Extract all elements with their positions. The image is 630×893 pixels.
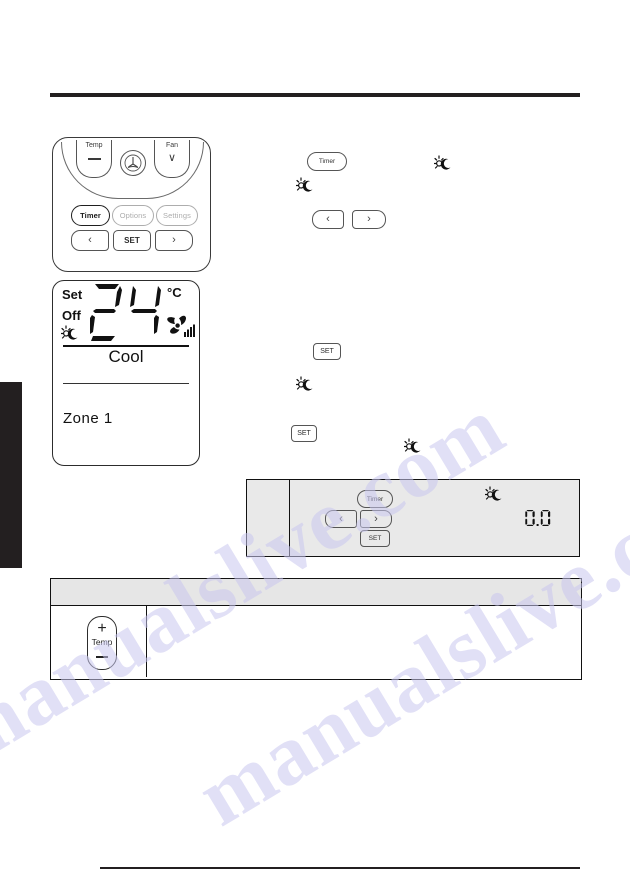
set-button[interactable]: SET (360, 530, 390, 547)
set-button[interactable]: SET (291, 425, 317, 442)
sun-moon-icon (60, 325, 80, 347)
chevron-left-icon: ‹ (339, 512, 343, 525)
right-arrow-button[interactable]: › (352, 210, 386, 229)
plus-icon: + (97, 620, 107, 637)
left-arrow-button[interactable]: ‹ (325, 510, 357, 528)
right-arrow-button[interactable]: › (360, 510, 392, 528)
diagram-column-divider (289, 480, 291, 556)
timer-button[interactable]: Timer (71, 205, 110, 226)
timer-button[interactable]: Timer (357, 490, 393, 508)
temp-button-label: Temp (91, 637, 113, 647)
temp-button-label: Temp (85, 142, 103, 149)
lcd-temperature-value (89, 281, 165, 346)
chevron-right-icon: › (172, 234, 176, 246)
header-rule (50, 93, 580, 97)
lcd-zone-label: Zone 1 (63, 410, 113, 427)
sun-moon-icon (295, 376, 315, 398)
table-header-row (51, 579, 581, 606)
timer-button[interactable]: Timer (307, 152, 347, 171)
minus-icon (87, 158, 101, 160)
lcd-set-label: Set (62, 287, 83, 302)
lcd-divider (63, 383, 189, 385)
table-column-divider (146, 605, 148, 677)
lcd-off-label: Off (62, 308, 81, 323)
sun-moon-icon (433, 155, 453, 177)
set-button[interactable]: SET (113, 230, 151, 251)
power-fan-icon (124, 154, 142, 172)
power-button[interactable] (120, 150, 146, 176)
sun-moon-icon (295, 177, 315, 199)
timer-diagram-box: Timer ‹ › SET (246, 479, 580, 557)
minus-icon (96, 656, 108, 658)
chevron-down-icon: ∨ (167, 152, 177, 164)
left-arrow-button[interactable]: ‹ (312, 210, 344, 229)
timer-display-value (525, 509, 551, 532)
lcd-mode-label: Cool (108, 347, 144, 366)
button-function-table: + Temp (50, 578, 582, 680)
remote-controller-illustration: Temp Fan ∨ Timer Options Settings ‹ SET … (52, 137, 211, 272)
lcd-display-illustration: Set Off °C Cool Zone 1 (52, 280, 200, 466)
left-arrow-button[interactable]: ‹ (71, 230, 109, 251)
section-edge-tab (0, 382, 22, 568)
right-arrow-button[interactable]: › (155, 230, 193, 251)
sun-moon-icon (403, 438, 423, 460)
settings-button[interactable]: Settings (156, 205, 198, 226)
footer-rule (100, 867, 580, 869)
chevron-right-icon: › (367, 213, 371, 225)
temp-button[interactable]: Temp (76, 140, 112, 178)
chevron-left-icon: ‹ (88, 234, 92, 246)
chevron-left-icon: ‹ (326, 213, 330, 225)
set-button[interactable]: SET (313, 343, 341, 360)
lcd-unit-label: °C (167, 285, 182, 300)
options-button[interactable]: Options (112, 205, 154, 226)
temp-updown-button[interactable]: + Temp (87, 616, 117, 670)
fan-button-label: Fan (165, 142, 179, 149)
fan-button[interactable]: Fan ∨ (154, 140, 190, 178)
chevron-right-icon: › (374, 512, 378, 525)
sun-moon-icon (484, 486, 504, 508)
fan-speed-icon (163, 314, 195, 345)
